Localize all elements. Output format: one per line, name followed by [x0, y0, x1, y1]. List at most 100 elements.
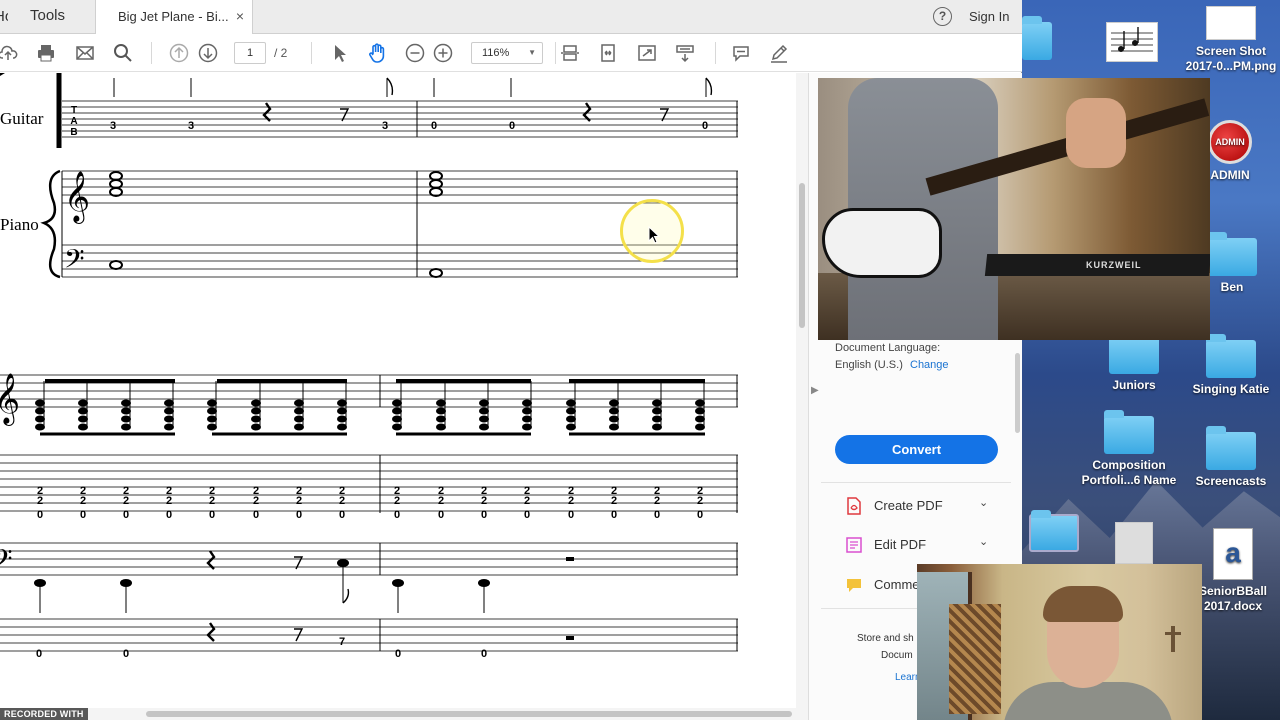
- scrollbar-thumb[interactable]: [799, 183, 805, 328]
- hand-tool-icon[interactable]: [367, 43, 387, 63]
- tab-number: 2: [611, 495, 617, 507]
- vertical-scrollbar[interactable]: [796, 73, 808, 720]
- convert-button[interactable]: Convert: [835, 435, 998, 464]
- fit-page-icon[interactable]: [598, 43, 618, 63]
- tab-number: 3: [188, 120, 194, 132]
- desktop-folder-partial[interactable]: [1022, 16, 1052, 60]
- system-2-bass-tab-numbers: 0 0 7 0 0: [36, 636, 487, 660]
- create-pdf-tool[interactable]: Create PDF ⌄: [845, 496, 1005, 518]
- scrollbar-thumb[interactable]: [146, 711, 792, 717]
- tool-label: Edit PDF: [874, 537, 927, 552]
- tab-number: 2: [438, 495, 444, 507]
- tab-number: 0: [36, 648, 42, 660]
- zoom-out-icon[interactable]: [405, 43, 425, 63]
- tab-number: 0: [481, 509, 487, 521]
- bass-notehead: [337, 559, 349, 567]
- chevron-down-icon: ▼: [528, 48, 536, 57]
- help-icon[interactable]: ?: [933, 7, 952, 26]
- tab-number: 0: [654, 509, 660, 521]
- email-icon[interactable]: [75, 43, 95, 63]
- collapse-pane-icon[interactable]: ▶: [811, 385, 819, 396]
- tab-tools[interactable]: Tools: [30, 0, 65, 34]
- cloud-upload-icon[interactable]: [0, 43, 18, 63]
- tab-number: 2: [697, 495, 703, 507]
- desktop-icon-screenshot[interactable]: Screen Shot 2017-0...PM.png: [1182, 6, 1280, 74]
- tab-clef-b: B: [70, 127, 77, 138]
- webcam-presenter-video: [917, 564, 1202, 720]
- toolbar-divider: [151, 42, 152, 64]
- page-number-input[interactable]: 1: [234, 42, 266, 64]
- change-language-link[interactable]: Change: [910, 359, 949, 371]
- desktop-icon-seniorbball[interactable]: a SeniorBBall 2017.docx: [1190, 528, 1276, 614]
- bass-notehead: [34, 579, 46, 587]
- tab-number: 0: [568, 509, 574, 521]
- system-2: [0, 374, 738, 652]
- desktop-music-file[interactable]: [1100, 22, 1164, 62]
- comment-icon[interactable]: [731, 43, 751, 63]
- tab-number: 0: [80, 509, 86, 521]
- tab-number: 0: [395, 648, 401, 660]
- mouse-pointer-icon: [648, 226, 660, 244]
- page-up-icon[interactable]: [169, 43, 189, 63]
- tab-number: 0: [438, 509, 444, 521]
- tab-document-label: Big Jet Plane - Bi...: [118, 9, 229, 24]
- horizontal-scrollbar[interactable]: [0, 708, 796, 720]
- system-2-noteheads: [34, 381, 705, 587]
- zoom-in-icon[interactable]: [433, 43, 453, 63]
- tool-label: Comme: [874, 577, 920, 592]
- treble-clef-icon: 𝄞: [0, 373, 20, 426]
- desktop-icon-juniors[interactable]: Juniors: [1104, 330, 1164, 393]
- tab-number: 2: [123, 495, 129, 507]
- tab-number: 2: [166, 495, 172, 507]
- fullscreen-icon[interactable]: [637, 43, 657, 63]
- pane-scrollbar[interactable]: [1015, 353, 1020, 433]
- desktop-folder-selected[interactable]: [1026, 510, 1082, 552]
- close-icon[interactable]: ×: [236, 0, 244, 33]
- desktop-icon-composition[interactable]: Composition Portfoli...6 Name: [1076, 410, 1182, 488]
- select-arrow-icon[interactable]: [330, 43, 350, 63]
- sign-in-button[interactable]: Sign In: [969, 9, 1009, 24]
- desktop-icon-ben[interactable]: Ben: [1202, 232, 1262, 295]
- desktop-icon-screencasts[interactable]: Screencasts: [1182, 426, 1280, 489]
- print-icon[interactable]: [36, 43, 56, 63]
- tab-number: 0: [296, 509, 302, 521]
- zoom-select[interactable]: 116% ▼: [471, 42, 543, 64]
- edit-pdf-icon: [846, 537, 862, 553]
- bass-clef-icon: 𝄢: [0, 543, 13, 581]
- edit-pdf-tool[interactable]: Edit PDF ⌄: [845, 535, 1005, 557]
- document-view[interactable]: 𝄞 𝄢 𝄞 𝄢 Guitar Piano T A B 3 3 3 0 0 0 2…: [0, 73, 808, 720]
- tab-clef-t: T: [71, 105, 77, 116]
- read-mode-icon[interactable]: [675, 43, 695, 63]
- treble-clef-icon: 𝄞: [64, 171, 90, 224]
- music-file-icon: [1106, 22, 1158, 62]
- tab-number: 2: [524, 495, 530, 507]
- desktop-icon-singing-katie[interactable]: Singing Katie: [1182, 334, 1280, 397]
- tab-number: 0: [611, 509, 617, 521]
- tab-number: 0: [697, 509, 703, 521]
- document-language-value: English (U.S.): [835, 359, 903, 371]
- tab-number: 0: [431, 120, 437, 132]
- desktop-printer[interactable]: [1114, 522, 1154, 564]
- tab-home[interactable]: Home: [0, 0, 8, 34]
- desktop-icon-label: Ben: [1220, 280, 1244, 294]
- tab-number: 2: [481, 495, 487, 507]
- chevron-down-icon[interactable]: ⌄: [979, 535, 988, 548]
- tab-number: 0: [702, 120, 708, 132]
- printer-icon: [1115, 522, 1153, 564]
- chevron-down-icon[interactable]: ⌄: [979, 496, 988, 509]
- tab-number: 0: [339, 509, 345, 521]
- tab-number: 7: [339, 636, 345, 648]
- tab-number: 2: [37, 495, 43, 507]
- tab-document[interactable]: Big Jet Plane - Bi... ×: [95, 0, 253, 35]
- page-down-icon[interactable]: [198, 43, 218, 63]
- tab-number: 0: [253, 509, 259, 521]
- sign-pen-icon[interactable]: [769, 43, 789, 63]
- system-2-chords: [0, 73, 5, 76]
- search-icon[interactable]: [113, 43, 133, 63]
- tool-label: Create PDF: [874, 498, 943, 513]
- tab-number: 3: [110, 120, 116, 132]
- scroll-mode-icon[interactable]: [560, 43, 580, 63]
- tab-number: 0: [166, 509, 172, 521]
- sheet-music-page: 𝄞 𝄢 𝄞 𝄢 Guitar Piano T A B 3 3 3 0 0 0 2…: [0, 73, 738, 660]
- desktop-icon-label: Screencasts: [1195, 474, 1267, 488]
